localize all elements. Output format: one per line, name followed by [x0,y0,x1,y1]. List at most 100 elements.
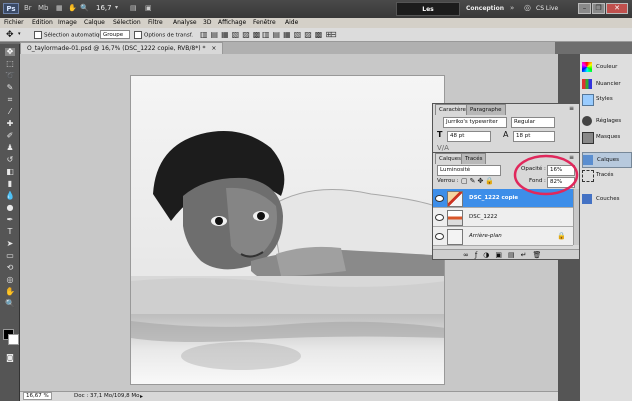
cs-live-icon: ◎ [524,3,531,12]
chevron-down-icon[interactable]: ▾ [18,31,21,37]
eye-icon[interactable] [435,195,444,202]
grid-icon[interactable]: ▦ [56,4,63,12]
lock-icons[interactable]: ▢✎✥🔒 [461,177,496,185]
arrange-icon[interactable]: ▤ [130,4,137,12]
workspace-design[interactable]: Conception [465,2,505,16]
background-color-swatch[interactable] [8,334,19,345]
eyedropper-tool-icon[interactable]: ⁄ [5,108,15,116]
close-button[interactable]: ✕ [606,3,628,14]
document-tab-label: O_taylormade-01.psd @ 16,7% (DSC_1222 co… [27,45,206,52]
chevron-down-icon[interactable]: ▾ [115,4,118,11]
history-brush-tool-icon[interactable]: ↺ [5,156,15,164]
zoom-readout[interactable]: 16,67 % [23,392,52,400]
marquee-tool-icon[interactable]: ⬚ [5,60,15,68]
menu-calque[interactable]: Calque [84,18,105,28]
dock-channels[interactable]: Couches [582,192,630,206]
healing-brush-tool-icon[interactable]: ✚ [5,120,15,128]
dock-paths[interactable]: Tracés [582,168,630,182]
layer-name: DSC_1222 [469,214,498,220]
document-tab-row: O_taylormade-01.psd @ 16,7% (DSC_1222 co… [20,42,555,54]
quick-select-tool-icon[interactable]: ✎ [5,84,15,92]
gradient-tool-icon[interactable]: ▮ [5,180,15,188]
document-tab[interactable]: O_taylormade-01.psd @ 16,7% (DSC_1222 co… [20,42,224,54]
dock-color[interactable]: Couleur [582,60,630,74]
3d-rotate-tool-icon[interactable]: ⟲ [5,264,15,272]
menu-edition[interactable]: Edition [32,18,53,28]
app-title-bar: Ps Br Mb ▦ ✋ 🔍 16,7 ▾ ▤ ▣ Les indispensa… [0,0,632,27]
dock-adjustments[interactable]: Réglages [582,114,630,128]
menu-affichage[interactable]: Affichage [218,18,246,28]
layers-footer-buttons[interactable]: ∞ƒ◑▣▤↵🗑 [433,249,579,259]
checkbox-icon[interactable] [134,31,142,39]
photoshop-logo: Ps [3,3,19,14]
highlight-circle [513,154,579,196]
menu-image[interactable]: Image [58,18,77,28]
lasso-tool-icon[interactable]: ➰ [5,72,15,80]
minimize-button[interactable]: – [578,3,591,14]
checkbox-icon[interactable] [34,31,42,39]
hand-tool-icon[interactable]: ✋ [5,288,15,296]
tab-paragraph[interactable]: Paragraphe [466,104,506,115]
screen-mode-icon[interactable]: ▣ [145,4,152,12]
dock-masks[interactable]: Masques [582,130,630,144]
3d-orbit-tool-icon[interactable]: ◎ [5,276,15,284]
move-tool-icon[interactable]: ✥ [6,30,14,40]
leading-input[interactable]: 18 pt [513,131,555,142]
dock-layers[interactable]: Calques [582,152,632,168]
auto-align-icon[interactable]: ⊟ [330,30,337,39]
layer-row[interactable]: Arrière-plan 🔒 [433,227,573,246]
distribute-buttons[interactable]: ▥▤▦▧▨▩⊞ [262,30,335,39]
blend-mode-select[interactable]: Luminosité [437,165,501,176]
menu-fichier[interactable]: Fichier [4,18,24,28]
more-workspaces-icon[interactable]: » [510,4,514,12]
font-size-icon: T [437,130,443,139]
dodge-tool-icon[interactable]: ● [5,204,15,212]
mini-bridge-icon[interactable]: Mb [38,4,48,12]
type-tool-icon[interactable]: T [5,228,15,236]
layer-row[interactable]: DSC_1222 [433,208,573,227]
menu-analyse[interactable]: Analyse [173,18,197,28]
eye-icon[interactable] [435,233,444,240]
restore-button[interactable]: ❐ [592,3,605,14]
panel-menu-icon[interactable]: ≡ [569,105,574,112]
dock-swatches[interactable]: Nuancier [582,77,630,91]
font-style-select[interactable]: Regular [511,117,555,128]
menu-selection[interactable]: Sélection [113,18,141,28]
crop-tool-icon[interactable]: ⌗ [5,96,15,104]
zoom-icon[interactable]: 🔍 [80,4,89,12]
status-menu-icon[interactable]: ▸ [140,392,143,401]
menu-filtre[interactable]: Filtre [148,18,163,28]
tab-character[interactable]: Caractère [435,104,470,115]
align-buttons[interactable]: ▥▤▦▧▨▩ [200,30,263,39]
shape-tool-icon[interactable]: ▭ [5,252,15,260]
quick-mask-icon[interactable]: ◙ [5,354,15,362]
tab-paths[interactable]: Tracés [461,153,487,164]
blur-tool-icon[interactable]: 💧 [5,192,15,200]
move-tool-icon[interactable]: ✥ [5,48,15,56]
path-select-tool-icon[interactable]: ➤ [5,240,15,248]
menu-fenetre[interactable]: Fenêtre [253,18,276,28]
transform-options-checkbox[interactable]: Options de transf. [134,31,193,40]
workspace-essentials[interactable]: Les indispensables [396,2,460,27]
menu-3d[interactable]: 3D [203,18,211,28]
auto-select-checkbox[interactable]: Sélection automatique : [34,31,110,40]
eye-icon[interactable] [435,214,444,221]
font-size-input[interactable]: 48 pt [447,131,491,142]
eraser-tool-icon[interactable]: ◧ [5,168,15,176]
brush-tool-icon[interactable]: ✐ [5,132,15,140]
bridge-icon[interactable]: Br [24,4,32,12]
dock-styles[interactable]: Styles [582,92,630,106]
menu-aide[interactable]: Aide [285,18,298,28]
paths-icon [582,170,594,182]
menu-bar: Fichier Edition Image Calque Sélection F… [0,18,632,28]
hand-icon[interactable]: ✋ [68,4,77,12]
zoom-tool-icon[interactable]: 🔍 [5,300,15,308]
cs-live-label[interactable]: CS Live [536,2,576,16]
close-tab-icon[interactable]: × [211,45,216,52]
pen-tool-icon[interactable]: ✒ [5,216,15,224]
group-select[interactable]: Groupe [100,30,130,39]
clone-stamp-tool-icon[interactable]: ♟ [5,144,15,152]
font-family-select[interactable]: Jurriko's typewriter [443,117,507,128]
zoom-level[interactable]: 16,7 [96,4,112,12]
swatches-icon [582,79,592,89]
